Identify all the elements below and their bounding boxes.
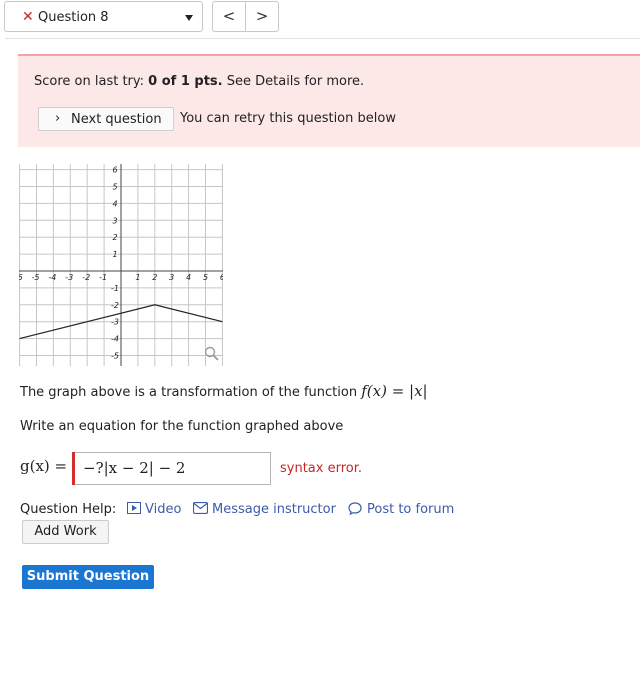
- y-tick-label: -5: [111, 352, 119, 361]
- x-tick-label: 6: [220, 273, 223, 282]
- score-text: Score on last try: 0 of 1 pts. See Detai…: [34, 74, 365, 89]
- add-work-button[interactable]: Add Work: [22, 520, 109, 544]
- function-graph: -6-5-4-3-2-1123456654321-1-2-3-4-5-6: [19, 164, 223, 366]
- y-tick-label: 1: [112, 250, 117, 259]
- header-divider: [5, 38, 640, 39]
- y-tick-label: 3: [112, 216, 117, 225]
- next-question-button[interactable]: › Next question: [38, 107, 174, 131]
- error-message: syntax error.: [280, 461, 363, 476]
- envelope-icon: [192, 501, 209, 515]
- x-tick-label: 2: [152, 273, 157, 282]
- y-tick-label: -2: [111, 301, 119, 310]
- submit-question-button[interactable]: Submit Question: [22, 565, 154, 589]
- x-tick-label: -5: [32, 273, 40, 282]
- y-tick-label: 2: [112, 233, 117, 242]
- score-alert: Score on last try: 0 of 1 pts. See Detai…: [18, 54, 640, 147]
- y-tick-label: -4: [111, 335, 119, 344]
- caret-down-icon: [185, 15, 193, 21]
- post-to-forum-link[interactable]: Post to forum: [348, 502, 454, 517]
- message-instructor-link[interactable]: Message instructor: [192, 501, 336, 517]
- speech-bubble-icon: [348, 502, 362, 516]
- answer-value: −?|x − 2| − 2: [83, 459, 186, 477]
- fx-expression: f(x) = |x|: [361, 382, 428, 400]
- video-link[interactable]: Video: [127, 502, 181, 517]
- question-intro: The graph above is a transformation of t…: [20, 382, 428, 400]
- x-tick-label: -2: [82, 273, 90, 282]
- next-question-nav-button[interactable]: >: [245, 1, 279, 32]
- y-tick-label: -3: [111, 318, 119, 327]
- magnifier-icon: [204, 346, 219, 361]
- x-tick-label: 1: [135, 273, 140, 282]
- y-tick-label: 4: [112, 199, 117, 208]
- x-tick-label: -3: [65, 273, 73, 282]
- question-prompt: Write an equation for the function graph…: [20, 419, 344, 434]
- score-value: 0 of 1 pts.: [148, 74, 223, 89]
- x-mark-icon: ✕: [22, 9, 34, 25]
- video-icon: [127, 502, 141, 514]
- error-indicator: [72, 452, 75, 485]
- retry-text: You can retry this question below: [180, 111, 396, 126]
- x-tick-label: 5: [203, 273, 208, 282]
- prev-question-button[interactable]: <: [212, 1, 246, 32]
- x-tick-label: -4: [48, 273, 56, 282]
- help-label: Question Help:: [20, 502, 117, 517]
- y-tick-label: 6: [112, 166, 117, 175]
- x-tick-label: -6: [19, 273, 23, 282]
- question-label: Question 8: [38, 10, 109, 25]
- answer-label: g(x) =: [20, 457, 68, 475]
- x-tick-label: -1: [99, 273, 107, 282]
- x-tick-label: 3: [169, 273, 174, 282]
- question-select[interactable]: ✕ Question 8: [4, 1, 203, 32]
- chevron-right-icon: ›: [55, 111, 61, 126]
- next-question-label: Next question: [71, 112, 162, 127]
- x-tick-label: 4: [186, 273, 191, 282]
- answer-input[interactable]: −?|x − 2| − 2: [72, 452, 271, 485]
- y-tick-label: 5: [112, 183, 117, 192]
- y-tick-label: -1: [111, 284, 119, 293]
